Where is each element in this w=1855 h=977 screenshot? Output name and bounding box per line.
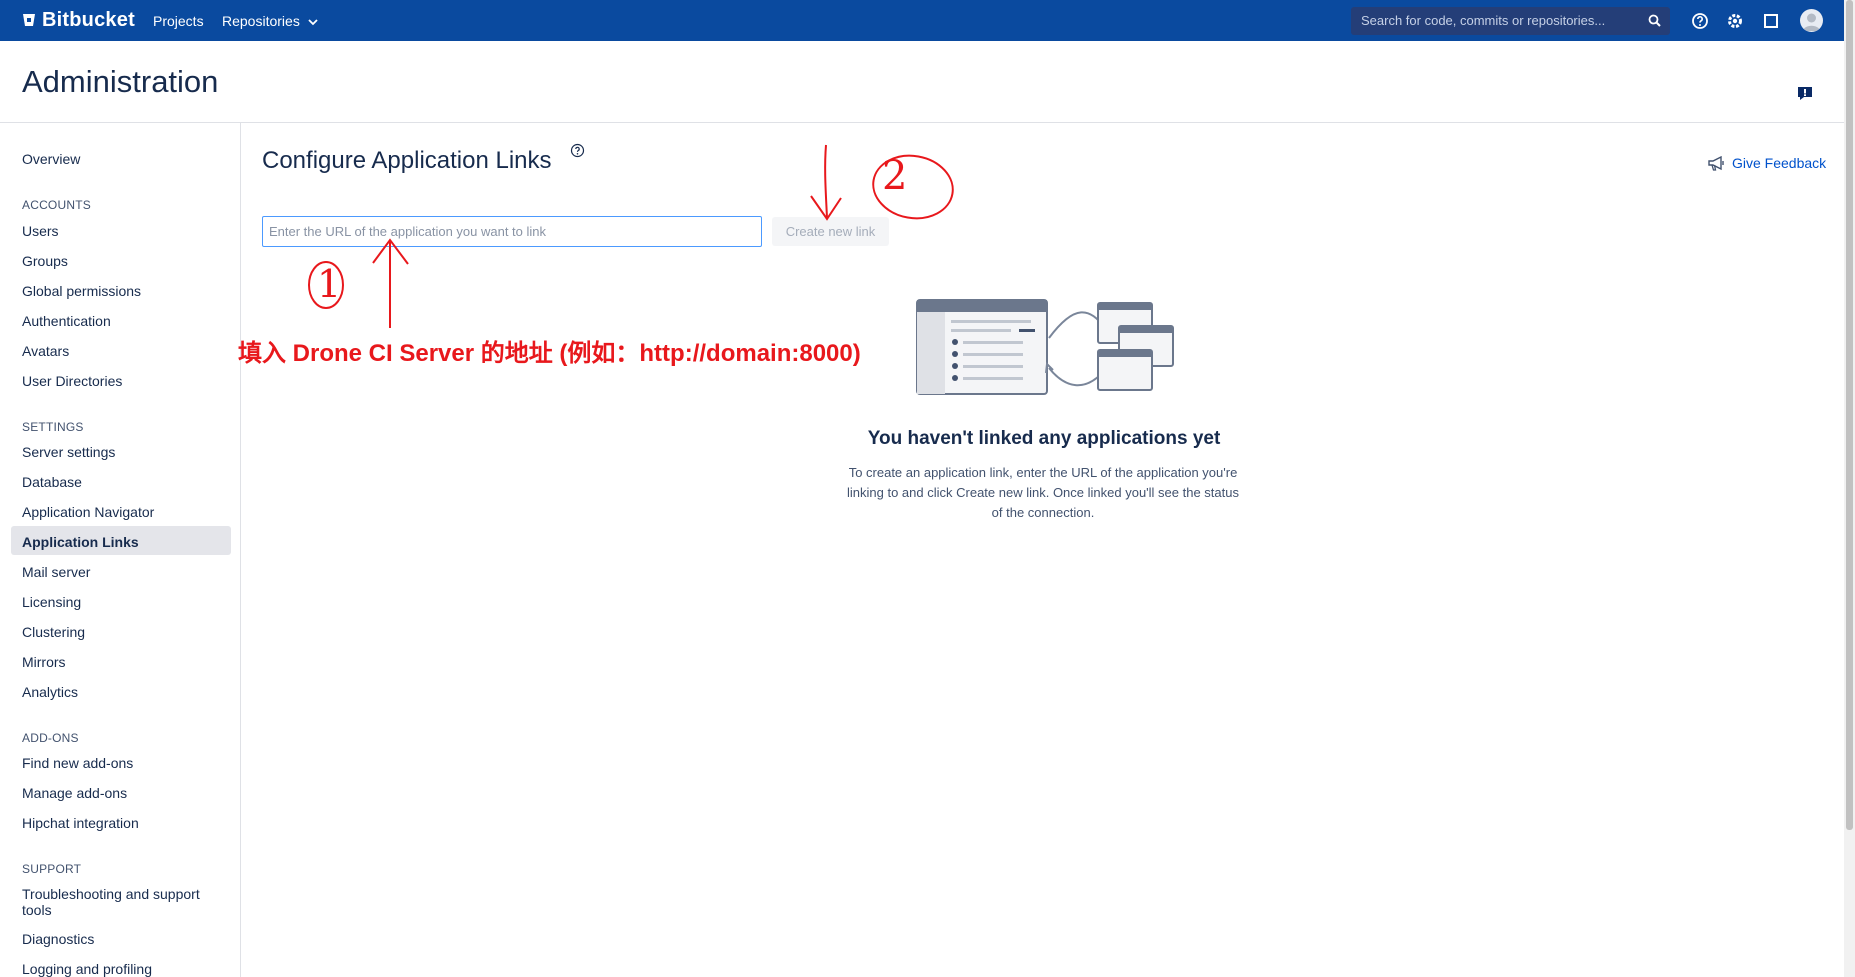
- sidebar-item-analytics[interactable]: Analytics: [22, 684, 78, 700]
- nav-repositories-label: Repositories: [222, 13, 300, 29]
- sidebar-item-authentication[interactable]: Authentication: [22, 313, 111, 329]
- empty-state-title: You haven't linked any applications yet: [867, 428, 1221, 449]
- sidebar-item-hipchat-integration[interactable]: Hipchat integration: [22, 815, 139, 831]
- sidebar-item-avatars[interactable]: Avatars: [22, 343, 69, 359]
- sidebar-item-application-links[interactable]: Application Links: [22, 534, 139, 550]
- search-placeholder: Search for code, commits or repositories…: [1361, 13, 1606, 28]
- annotation-instruction: 填入 Drone CI Server 的地址 (例如：http://domain…: [238, 340, 861, 367]
- avatar-icon: [1803, 13, 1820, 31]
- sidebar-item-users[interactable]: Users: [22, 223, 59, 239]
- help-icon[interactable]: [1690, 11, 1710, 31]
- chevron-down-icon: [308, 19, 318, 26]
- sidebar-item-diagnostics[interactable]: Diagnostics: [22, 931, 94, 947]
- annotation-step-2: 2: [882, 153, 908, 199]
- give-feedback-label: Give Feedback: [1732, 155, 1827, 171]
- bitbucket-logo[interactable]: Bitbucket: [22, 8, 135, 32]
- give-feedback-link[interactable]: Give Feedback: [1708, 155, 1826, 171]
- top-navigation-bar: Bitbucket Projects Repositories Search f…: [0, 0, 1844, 41]
- sidebar-item-logging-profiling[interactable]: Logging and profiling: [22, 961, 152, 977]
- brand-name: Bitbucket: [42, 8, 135, 31]
- gear-icon[interactable]: [1725, 11, 1745, 31]
- nav-repositories-dropdown[interactable]: Repositories: [222, 13, 318, 29]
- sidebar-item-mail-server[interactable]: Mail server: [22, 564, 90, 580]
- sidebar-item-overview[interactable]: Overview: [22, 151, 80, 167]
- question-circle-icon[interactable]: [570, 143, 585, 158]
- nav-projects-link[interactable]: Projects: [153, 13, 204, 29]
- empty-state-description: To create an application link, enter the…: [847, 465, 1239, 520]
- sidebar-item-application-navigator[interactable]: Application Navigator: [22, 504, 154, 520]
- sidebar-item-groups[interactable]: Groups: [22, 253, 68, 269]
- search-icon: [1648, 14, 1661, 27]
- sidebar-item-mirrors[interactable]: Mirrors: [22, 654, 66, 670]
- search-input[interactable]: Search for code, commits or repositories…: [1351, 7, 1670, 35]
- application-url-input[interactable]: [262, 216, 762, 247]
- feedback-alert-icon[interactable]: [1797, 86, 1813, 101]
- section-title: Configure Application Links: [262, 147, 552, 174]
- annotation-step-1: 1: [317, 262, 342, 306]
- sidebar-heading-addons: ADD-ONS: [22, 731, 79, 745]
- sidebar-item-global-permissions[interactable]: Global permissions: [22, 283, 141, 299]
- sidebar-item-clustering[interactable]: Clustering: [22, 624, 85, 640]
- create-new-link-button[interactable]: Create new link: [772, 217, 889, 246]
- sidebar-item-licensing[interactable]: Licensing: [22, 594, 81, 610]
- user-avatar[interactable]: [1800, 9, 1823, 32]
- sidebar-heading-accounts: ACCOUNTS: [22, 198, 91, 212]
- megaphone-icon: [1708, 155, 1724, 171]
- sidebar-item-find-new-addons[interactable]: Find new add-ons: [22, 755, 133, 771]
- bitbucket-icon: [23, 14, 35, 26]
- application-links-illustration: [916, 299, 1174, 395]
- sidebar-item-troubleshooting[interactable]: Troubleshooting and support tools: [22, 886, 217, 918]
- page-title: Administration: [22, 64, 219, 99]
- header-divider: [0, 122, 1844, 123]
- sidebar-heading-support: SUPPORT: [22, 862, 82, 876]
- sidebar-item-database[interactable]: Database: [22, 474, 82, 490]
- sidebar-item-user-directories[interactable]: User Directories: [22, 373, 122, 389]
- sidebar-item-manage-addons[interactable]: Manage add-ons: [22, 785, 127, 801]
- page-scrollbar-thumb[interactable]: [1846, 0, 1853, 830]
- window-icon[interactable]: [1761, 11, 1781, 31]
